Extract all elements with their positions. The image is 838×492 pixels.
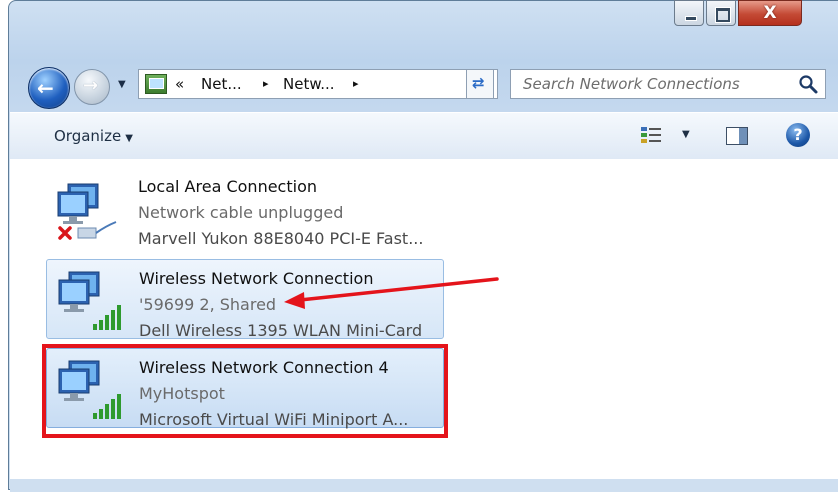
connection-status: Network cable unplugged — [138, 203, 344, 222]
bottom-border — [10, 479, 838, 492]
change-view-icon[interactable] — [640, 125, 662, 145]
search-input[interactable]: Search Network Connections — [510, 69, 826, 99]
view-dropdown-icon[interactable]: ▼ — [682, 129, 690, 140]
connection-name: Wireless Network Connection — [139, 269, 374, 288]
recent-pages-dropdown[interactable]: ▼ — [118, 79, 126, 90]
explorer-window: X ← → ▼ « Net... ▸ Netw... ▸ ▼ ⇄ Search … — [0, 0, 838, 492]
help-icon[interactable]: ? — [786, 123, 810, 147]
search-placeholder: Search Network Connections — [523, 75, 740, 93]
breadcrumb-item-2[interactable]: Netw... — [283, 75, 335, 93]
minimize-icon — [685, 16, 697, 21]
list-item-wireless-network-connection[interactable]: Wireless Network Connection '59699 2, Sh… — [46, 259, 444, 340]
minimize-button[interactable] — [674, 0, 704, 26]
search-icon[interactable] — [797, 72, 819, 96]
connection-name: Local Area Connection — [138, 177, 317, 196]
annotation-highlight-box — [42, 344, 448, 438]
close-icon: X — [763, 3, 777, 23]
preview-pane-icon[interactable] — [726, 127, 748, 145]
breadcrumb-separator-2[interactable]: ▸ — [353, 77, 359, 90]
connection-device: Marvell Yukon 88E8040 PCI-E Fast... — [138, 229, 424, 248]
arrow-right-icon: → — [83, 75, 99, 96]
refresh-button[interactable]: ⇄ — [466, 69, 494, 99]
list-item-local-area-connection[interactable]: Local Area Connection Network cable unpl… — [46, 168, 444, 248]
breadcrumb-separator-1[interactable]: ▸ — [263, 77, 269, 90]
close-button[interactable]: X — [738, 0, 802, 26]
arrow-left-icon: ← — [37, 76, 54, 100]
network-folder-icon — [145, 74, 167, 94]
breadcrumb-item-1[interactable]: Net... — [201, 75, 242, 93]
breadcrumb-overflow[interactable]: « — [175, 75, 184, 93]
organize-label: Organize — [54, 127, 122, 145]
chevron-down-icon: ▼ — [125, 133, 133, 144]
command-bar: Organize ▼ ▼ ? — [10, 112, 838, 160]
network-adapter-disconnected-icon — [57, 183, 117, 240]
back-button[interactable]: ← — [28, 67, 70, 109]
maximize-button[interactable] — [706, 0, 736, 26]
connection-device: Dell Wireless 1395 WLAN Mini-Card — [139, 321, 423, 340]
refresh-icon: ⇄ — [472, 74, 485, 92]
maximize-icon — [716, 8, 730, 22]
window-controls: X — [674, 0, 804, 40]
wireless-adapter-icon — [58, 271, 121, 330]
organize-menu[interactable]: Organize ▼ — [54, 127, 133, 145]
address-bar[interactable]: « Net... ▸ Netw... ▸ ▼ — [138, 69, 498, 99]
navigation-bar: ← → ▼ « Net... ▸ Netw... ▸ ▼ ⇄ Search Ne… — [28, 59, 838, 109]
connection-status: '59699 2, Shared — [139, 295, 277, 314]
forward-button[interactable]: → — [74, 69, 110, 105]
